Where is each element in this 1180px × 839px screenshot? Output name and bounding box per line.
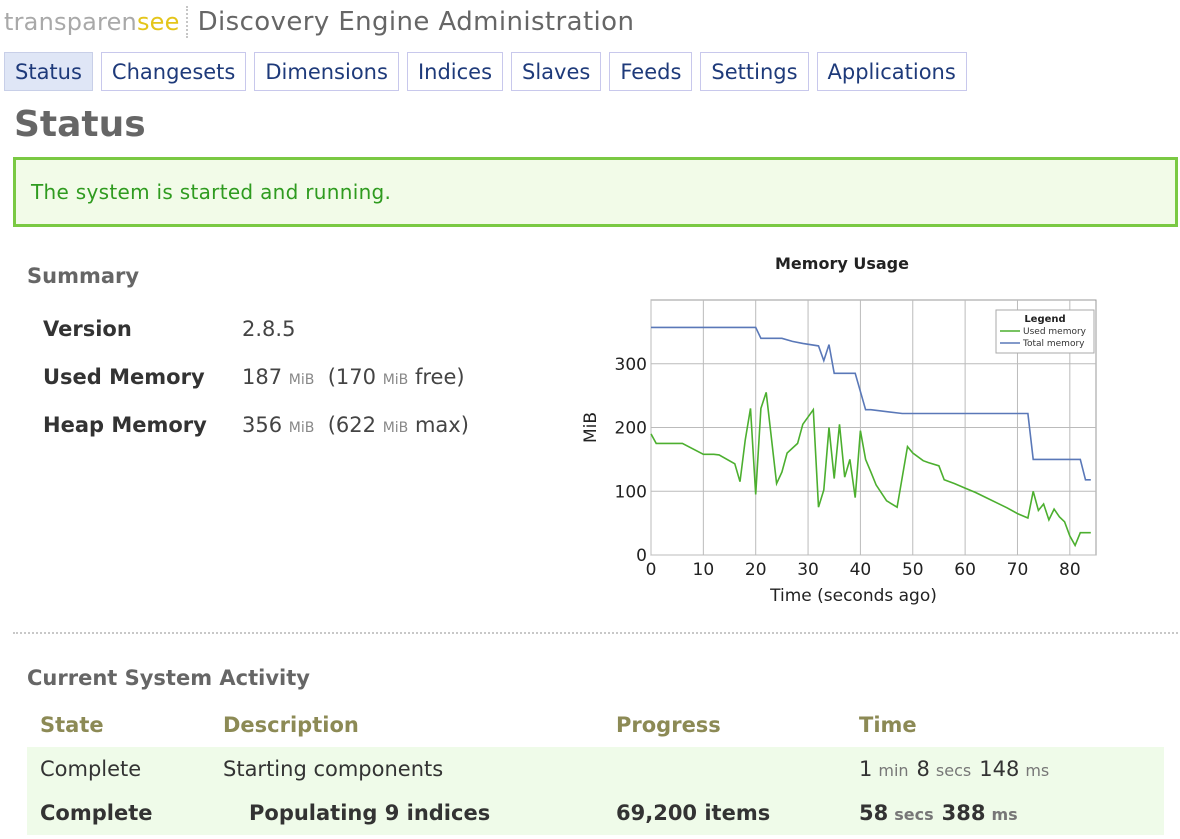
column-header-time: Time: [859, 713, 917, 737]
memory-usage-chart: 0 10 20 30 40 50 60 70 80 0 100 200 300 Time (seconds…: [581, 299, 1097, 606]
tab-indices[interactable]: Indices: [406, 52, 504, 91]
unit-label: MiB: [288, 420, 315, 436]
time-unit: secs: [894, 805, 934, 824]
x-tick-label: 40: [850, 560, 872, 580]
x-tick-label: 0: [646, 560, 657, 580]
time-value: 8: [916, 757, 930, 781]
row-description: Populating 9 indices: [249, 801, 491, 825]
row-state: Complete: [40, 801, 153, 825]
main-nav-tabs: Status Changesets Dimensions Indices Sla…: [4, 52, 967, 91]
table-header-row: State Description Progress Time: [27, 703, 1164, 747]
page-title: Status: [14, 104, 146, 145]
y-tick-label: 300: [615, 355, 647, 375]
unit-label: MiB: [288, 372, 315, 388]
open-paren: (: [327, 365, 336, 389]
time-unit: ms: [991, 805, 1018, 824]
summary-heading: Summary: [27, 264, 140, 288]
y-tick-label: 100: [615, 482, 647, 502]
x-tick-label: 30: [797, 560, 819, 580]
row-time: 1 min 8 secs 148 ms: [859, 757, 1164, 781]
heap-memory-max-suffix: max): [414, 413, 469, 437]
time-unit: secs: [935, 761, 972, 780]
legend-entry: Used memory: [1023, 327, 1087, 337]
x-tick-label: 50: [902, 560, 924, 580]
table-row: Complete Populating 9 indices 69,200 ite…: [27, 791, 1164, 835]
time-value: 58: [859, 801, 889, 825]
tab-status[interactable]: Status: [4, 52, 93, 91]
x-tick-label: 60: [954, 560, 976, 580]
legend-title: Legend: [1024, 314, 1065, 325]
row-description: Starting components: [223, 757, 444, 781]
heap-memory-amount: 356: [242, 413, 283, 437]
status-message-box: The system is started and running.: [13, 157, 1178, 227]
x-axis-label: Time (seconds ago): [769, 586, 937, 606]
unit-label: MiB: [382, 372, 409, 388]
activity-table: State Description Progress Time Complete…: [27, 703, 1164, 835]
row-progress: 69,200 items: [616, 801, 771, 825]
tab-settings[interactable]: Settings: [700, 52, 809, 91]
logo-text-see: see: [136, 8, 180, 36]
summary-list: Version 2.8.5 Used Memory 187 MiB (170 M…: [43, 305, 469, 449]
tab-feeds[interactable]: Feeds: [609, 52, 693, 91]
used-memory-value: 187 MiB (170 MiB free): [242, 365, 465, 389]
y-tick-label: 200: [615, 419, 647, 439]
transparensee-logo[interactable]: transparen see: [4, 8, 180, 36]
used-memory-amount: 187: [242, 365, 283, 389]
x-tick-label: 80: [1059, 560, 1081, 580]
heap-memory-max-amount: 622: [335, 413, 377, 437]
heap-memory-label: Heap Memory: [43, 413, 207, 437]
y-tick-label: 0: [636, 546, 647, 566]
summary-row-heap-memory: Heap Memory 356 MiB (622 MiB max): [43, 401, 469, 449]
column-header-progress: Progress: [616, 713, 721, 737]
app-header: transparen see Discovery Engine Administr…: [4, 4, 634, 40]
tab-changesets[interactable]: Changesets: [100, 52, 247, 91]
section-divider: [13, 632, 1178, 634]
column-header-description: Description: [223, 713, 359, 737]
tab-dimensions[interactable]: Dimensions: [254, 52, 399, 91]
version-label: Version: [43, 317, 132, 341]
status-message: The system is started and running.: [31, 180, 392, 204]
x-tick-label: 70: [1007, 560, 1029, 580]
row-time: 58 secs 388 ms: [859, 801, 1164, 825]
x-tick-label: 20: [745, 560, 767, 580]
open-paren: (: [327, 413, 336, 437]
tab-slaves[interactable]: Slaves: [511, 52, 602, 91]
used-memory-label: Used Memory: [43, 365, 205, 389]
legend-entry: Total memory: [1022, 339, 1085, 349]
time-value: 148: [979, 757, 1020, 781]
chart-title: Memory Usage: [775, 254, 909, 273]
logo-divider: [185, 6, 188, 38]
version-value: 2.8.5: [242, 317, 296, 341]
used-memory-free-amount: 170: [335, 365, 377, 389]
x-tick-label: 10: [693, 560, 715, 580]
row-state: Complete: [40, 757, 142, 781]
heap-memory-value: 356 MiB (622 MiB max): [242, 413, 469, 437]
app-title: Discovery Engine Administration: [197, 7, 635, 37]
summary-row-version: Version 2.8.5: [43, 305, 469, 353]
time-value: 1: [859, 757, 873, 781]
table-row: Complete Starting components 1 min 8 secs 14…: [27, 747, 1164, 791]
time-unit: ms: [1025, 761, 1050, 780]
logo-text-transparen: transparen: [4, 8, 137, 36]
y-axis-label: MiB: [581, 412, 601, 443]
time-value: 388: [941, 801, 986, 825]
unit-label: MiB: [382, 420, 409, 436]
activity-heading: Current System Activity: [27, 666, 310, 690]
tab-applications[interactable]: Applications: [816, 52, 967, 91]
time-unit: min: [878, 761, 909, 780]
used-memory-free-suffix: free): [414, 365, 465, 389]
summary-row-used-memory: Used Memory 187 MiB (170 MiB free): [43, 353, 469, 401]
column-header-state: State: [40, 713, 104, 737]
